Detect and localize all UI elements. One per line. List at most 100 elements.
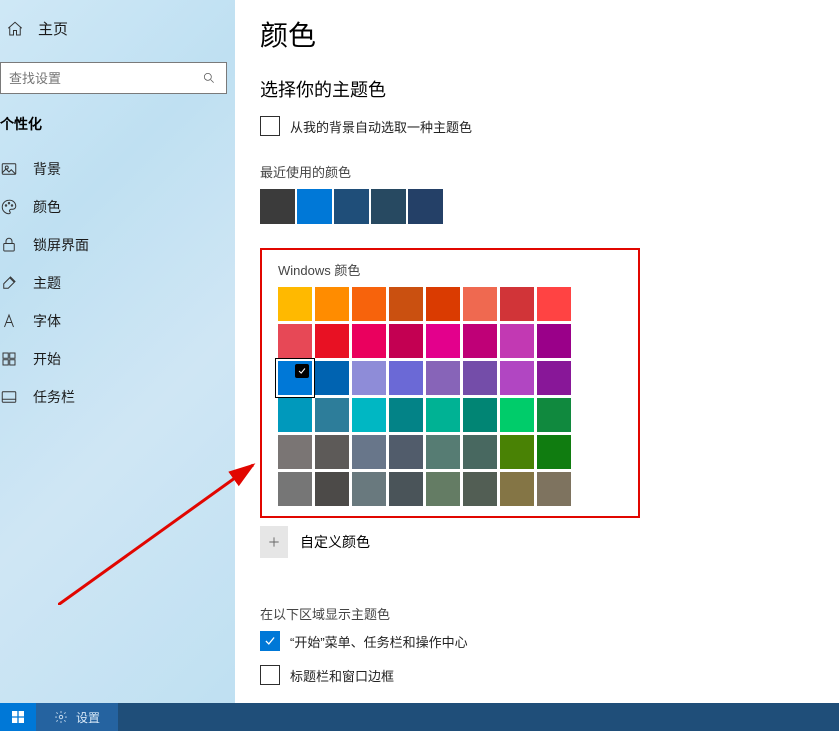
palette-color-42[interactable] (352, 472, 386, 506)
palette-color-24[interactable] (278, 398, 312, 432)
palette-color-15[interactable] (537, 324, 571, 358)
palette-color-33[interactable] (315, 435, 349, 469)
sidebar-item-4[interactable]: 字体 (0, 302, 235, 340)
palette-color-5[interactable] (463, 287, 497, 321)
start-icon (0, 350, 18, 368)
custom-color-row[interactable]: 自定义颜色 (260, 526, 839, 558)
palette-color-19[interactable] (389, 361, 423, 395)
palette-color-21[interactable] (463, 361, 497, 395)
palette-color-8[interactable] (278, 324, 312, 358)
sidebar-item-label: 锁屏界面 (33, 235, 89, 255)
start-button[interactable] (0, 703, 36, 731)
palette-color-22[interactable] (500, 361, 534, 395)
sidebar-item-5[interactable]: 开始 (0, 340, 235, 378)
surface-checkbox-1[interactable] (260, 665, 280, 685)
sidebar-item-label: 字体 (33, 311, 61, 331)
sidebar-item-2[interactable]: 锁屏界面 (0, 226, 235, 264)
surface-label: 标题栏和窗口边框 (290, 666, 394, 685)
palette-color-43[interactable] (389, 472, 423, 506)
lock-icon (0, 236, 18, 254)
palette-color-27[interactable] (389, 398, 423, 432)
palette-color-36[interactable] (426, 435, 460, 469)
palette-color-3[interactable] (389, 287, 423, 321)
palette-color-1[interactable] (315, 287, 349, 321)
recent-colors-label: 最近使用的颜色 (260, 162, 839, 181)
palette-color-40[interactable] (278, 472, 312, 506)
palette-color-14[interactable] (500, 324, 534, 358)
surface-row-1[interactable]: 标题栏和窗口边框 (260, 665, 839, 685)
palette-color-37[interactable] (463, 435, 497, 469)
palette-color-10[interactable] (352, 324, 386, 358)
taskbar-icon (0, 388, 18, 406)
taskbar-app-settings[interactable]: 设置 (36, 703, 118, 731)
palette-color-39[interactable] (537, 435, 571, 469)
recent-color-0[interactable] (260, 189, 295, 224)
palette-color-23[interactable] (537, 361, 571, 395)
sidebar-item-1[interactable]: 颜色 (0, 188, 235, 226)
palette-color-38[interactable] (500, 435, 534, 469)
surface-checkbox-0[interactable] (260, 631, 280, 651)
palette-color-46[interactable] (500, 472, 534, 506)
palette-color-29[interactable] (463, 398, 497, 432)
palette-color-44[interactable] (426, 472, 460, 506)
recent-color-2[interactable] (334, 189, 369, 224)
palette-color-4[interactable] (426, 287, 460, 321)
palette-color-0[interactable] (278, 287, 312, 321)
palette-label: Windows 颜色 (278, 260, 638, 279)
palette-color-7[interactable] (537, 287, 571, 321)
recent-color-1[interactable] (297, 189, 332, 224)
palette-color-47[interactable] (537, 472, 571, 506)
sidebar-item-0[interactable]: 背景 (0, 150, 235, 188)
taskbar-app-label: 设置 (76, 709, 100, 726)
palette-color-11[interactable] (389, 324, 423, 358)
sidebar-item-label: 开始 (33, 349, 61, 369)
recent-color-3[interactable] (371, 189, 406, 224)
palette-color-32[interactable] (278, 435, 312, 469)
palette-color-16[interactable] (278, 361, 312, 395)
brush-icon (0, 274, 18, 292)
plus-icon[interactable] (260, 526, 288, 558)
palette-color-12[interactable] (426, 324, 460, 358)
custom-color-label: 自定义颜色 (300, 532, 370, 552)
surface-row-0[interactable]: “开始”菜单、任务栏和操作中心 (260, 631, 839, 651)
palette-color-25[interactable] (315, 398, 349, 432)
palette-icon (0, 198, 18, 216)
home-icon (6, 20, 24, 38)
palette-color-2[interactable] (352, 287, 386, 321)
palette-color-20[interactable] (426, 361, 460, 395)
surfaces-heading: 在以下区域显示主题色 (260, 604, 839, 623)
search-icon (200, 69, 218, 87)
content-pane: 颜色 选择你的主题色 从我的背景自动选取一种主题色 最近使用的颜色 Window… (260, 0, 839, 703)
palette-color-17[interactable] (315, 361, 349, 395)
palette-color-28[interactable] (426, 398, 460, 432)
auto-accent-checkbox[interactable] (260, 116, 280, 136)
search-input[interactable] (0, 62, 227, 94)
sidebar-item-3[interactable]: 主题 (0, 264, 235, 302)
surfaces-list: “开始”菜单、任务栏和操作中心标题栏和窗口边框 (260, 631, 839, 685)
palette-color-34[interactable] (352, 435, 386, 469)
search-field[interactable] (7, 70, 200, 87)
recent-color-4[interactable] (408, 189, 443, 224)
auto-accent-label: 从我的背景自动选取一种主题色 (290, 117, 472, 136)
palette-color-41[interactable] (315, 472, 349, 506)
auto-accent-row[interactable]: 从我的背景自动选取一种主题色 (260, 116, 839, 136)
palette-color-30[interactable] (500, 398, 534, 432)
sidebar-item-label: 主题 (33, 273, 61, 293)
highlight-box: Windows 颜色 (260, 248, 640, 518)
home-nav[interactable]: 主页 (0, 0, 235, 57)
palette-color-26[interactable] (352, 398, 386, 432)
palette-color-13[interactable] (463, 324, 497, 358)
palette-color-45[interactable] (463, 472, 497, 506)
palette-color-35[interactable] (389, 435, 423, 469)
palette-color-31[interactable] (537, 398, 571, 432)
recent-colors (260, 189, 839, 224)
settings-sidebar: 主页 个性化 背景颜色锁屏界面主题字体开始任务栏 (0, 0, 235, 703)
sidebar-item-6[interactable]: 任务栏 (0, 378, 235, 416)
font-icon (0, 312, 18, 330)
taskbar: 设置 (0, 703, 839, 731)
palette-color-6[interactable] (500, 287, 534, 321)
check-icon (295, 364, 309, 378)
sidebar-item-label: 颜色 (33, 197, 61, 217)
palette-color-18[interactable] (352, 361, 386, 395)
palette-color-9[interactable] (315, 324, 349, 358)
